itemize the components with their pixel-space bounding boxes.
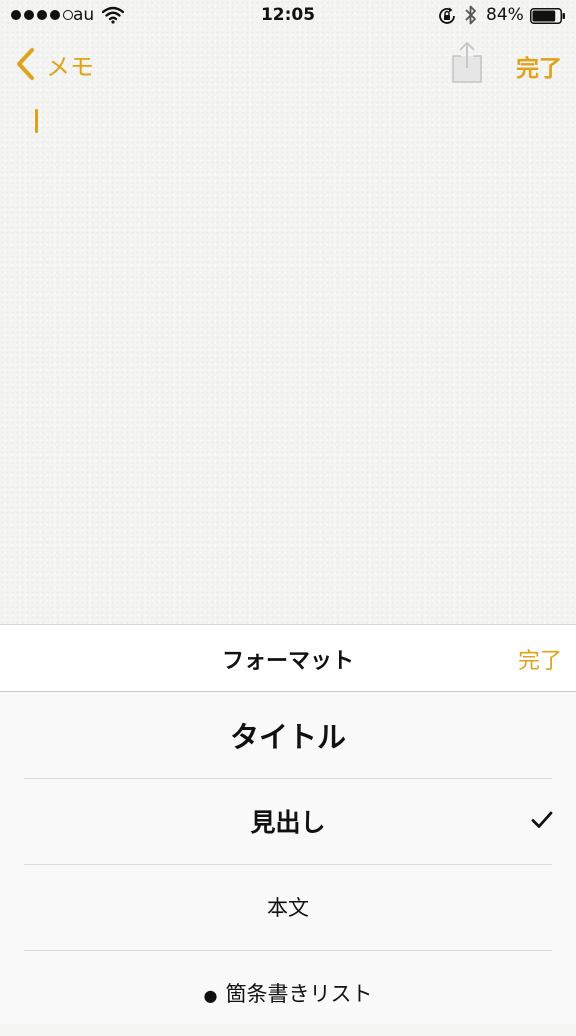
bullet-icon: ●	[203, 986, 218, 1005]
format-option-heading[interactable]: 見出し	[0, 778, 576, 864]
text-cursor	[35, 109, 38, 133]
battery-icon	[530, 8, 565, 24]
note-paper-area[interactable]	[0, 0, 576, 624]
format-options-list: タイトル 見出し 本文 ● 箇条書きリスト	[0, 692, 576, 1024]
format-option-label-wrap: ● 箇条書きリスト	[204, 978, 373, 1008]
done-button[interactable]: 完了	[516, 49, 562, 83]
format-option-label: タイトル	[229, 720, 346, 754]
share-icon[interactable]	[450, 40, 484, 84]
format-option-label: 見出し	[250, 808, 326, 837]
back-button-label: メモ	[46, 52, 94, 81]
battery-percent: 84%	[486, 5, 524, 25]
back-button[interactable]: メモ	[14, 44, 94, 84]
format-done-button[interactable]: 完了	[518, 643, 562, 675]
format-panel-title: フォーマット	[221, 649, 354, 674]
format-option-label: 本文	[267, 896, 309, 920]
chevron-left-icon	[17, 48, 34, 80]
format-option-body[interactable]: 本文	[0, 864, 576, 950]
format-option-label: 箇条書きリスト	[225, 982, 373, 1006]
checkmark-icon	[531, 811, 553, 828]
status-bar: au 12:05 84%	[0, 0, 576, 32]
format-option-bulleted-list[interactable]: ● 箇条書きリスト	[0, 950, 576, 1036]
orientation-lock-icon	[439, 7, 455, 24]
bluetooth-icon	[465, 5, 476, 25]
format-option-title[interactable]: タイトル	[0, 692, 576, 778]
format-panel-header: フォーマット 完了	[0, 624, 576, 692]
